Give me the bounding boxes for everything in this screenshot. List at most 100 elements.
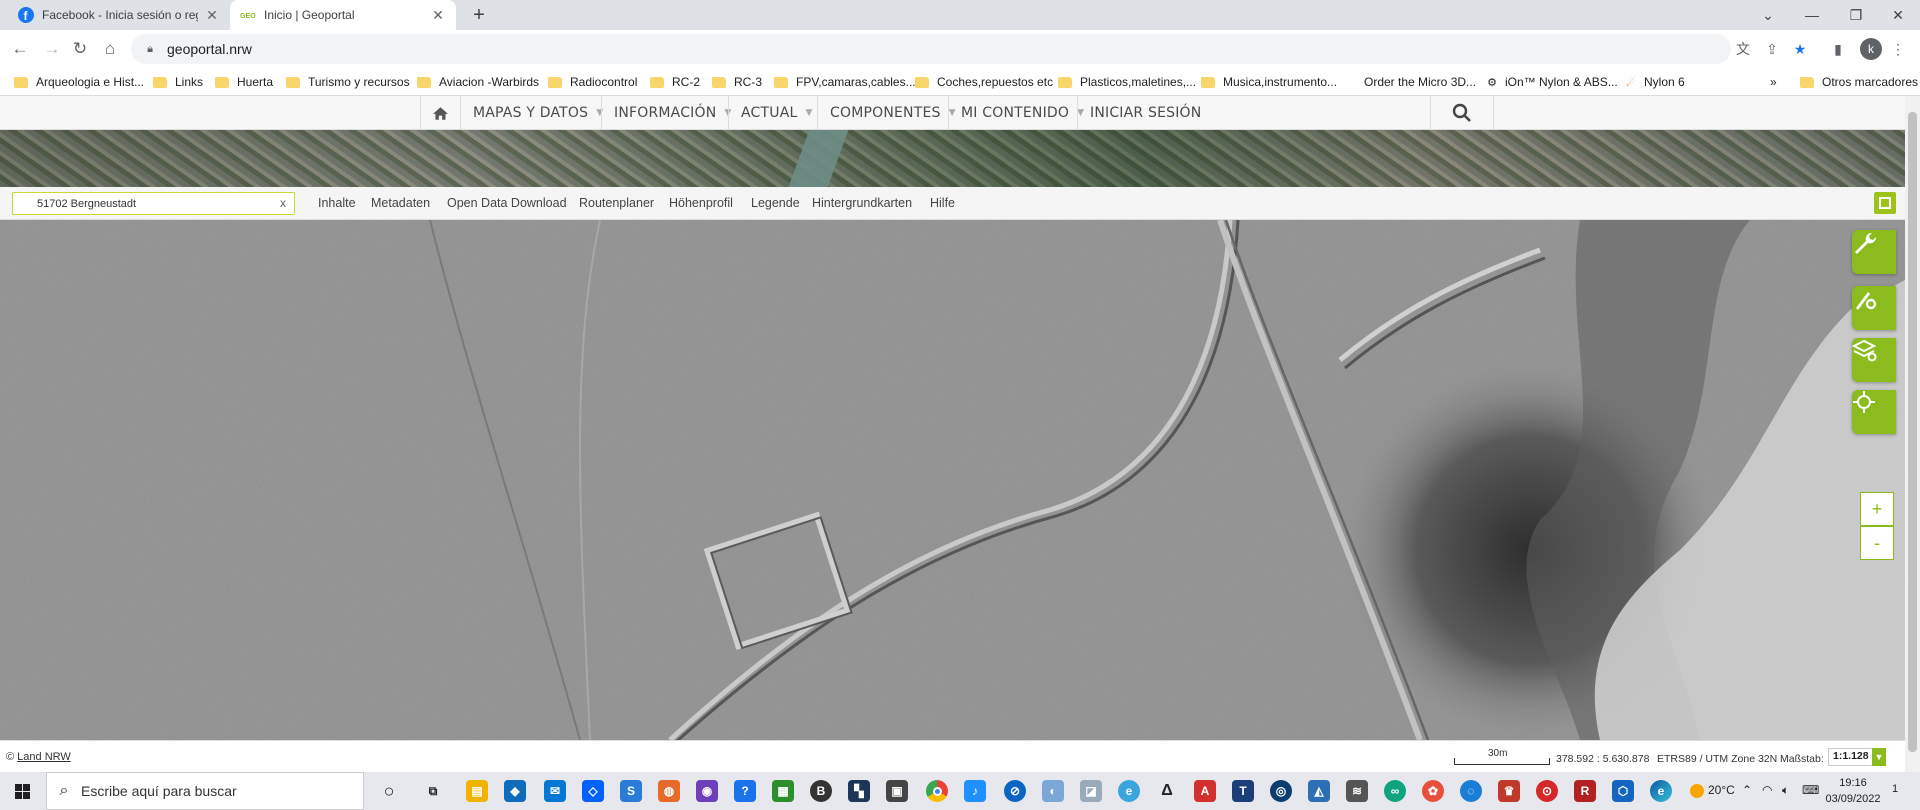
help-icon[interactable]: ? — [734, 780, 756, 802]
app-icon[interactable]: ⬡ — [1612, 780, 1634, 802]
wrench-icon[interactable] — [1852, 230, 1896, 274]
bookmark-star-icon[interactable]: ★ — [1790, 39, 1810, 59]
clock[interactable]: 19:16 03/09/2022 — [1818, 775, 1888, 807]
music-icon[interactable]: ♪ — [964, 780, 986, 802]
bookmark-folder[interactable]: Plasticos,maletines,... — [1058, 73, 1196, 91]
address-bar[interactable]: 🔒︎ geoportal.nrw — [131, 34, 1731, 64]
bookmark-folder[interactable]: Aviacion -Warbirds — [417, 73, 539, 91]
bookmark-link[interactable]: ☄ Nylon 6 — [1624, 73, 1685, 91]
bookmark-folder[interactable]: Musica,instrumento... — [1201, 73, 1337, 91]
menu-mi-contenido[interactable]: MI CONTENIDO ▼ — [948, 96, 1096, 130]
bookmark-folder[interactable]: Turismo y recursos — [286, 73, 410, 91]
mail-icon[interactable]: ✉ — [544, 780, 566, 802]
menu-mapas-y-datos[interactable]: MAPAS Y DATOS ▼ — [460, 96, 615, 130]
bookmark-folder[interactable]: Huerta — [215, 73, 273, 91]
temperature[interactable]: 20°C — [1708, 783, 1735, 797]
tab-search-icon[interactable]: ⌄ — [1746, 0, 1790, 30]
close-window-button[interactable]: ✕ — [1876, 0, 1920, 30]
home-icon[interactable] — [420, 96, 460, 130]
zoom-in-button[interactable]: + — [1860, 492, 1894, 526]
start-button[interactable] — [0, 772, 46, 810]
app-icon[interactable]: ◐ — [1042, 780, 1064, 802]
zoom-out-button[interactable]: - — [1860, 526, 1894, 560]
back-button[interactable]: ← — [6, 36, 34, 62]
app-icon[interactable]: ◉ — [696, 780, 718, 802]
layers-settings-icon[interactable] — [1852, 338, 1896, 382]
new-tab-button[interactable]: + — [466, 3, 492, 27]
weather-icon[interactable] — [1690, 784, 1704, 798]
app-icon[interactable]: R — [1574, 780, 1596, 802]
ie-icon[interactable]: e — [1118, 780, 1140, 802]
app-icon[interactable]: ≋ — [1346, 780, 1368, 802]
app-icon[interactable]: Δ — [1156, 780, 1178, 802]
page-scrollbar[interactable] — [1905, 96, 1920, 772]
app-icon[interactable]: B — [810, 780, 832, 802]
link-metadaten[interactable]: Metadaten — [371, 196, 430, 210]
crs-selector[interactable]: ETRS89 / UTM Zone 32N — [1657, 753, 1777, 765]
close-tab-icon[interactable]: ✕ — [430, 7, 446, 23]
app-icon[interactable]: ∞ — [1384, 780, 1406, 802]
app-icon[interactable]: ⊘ — [1004, 780, 1026, 802]
app-icon[interactable]: ⊙ — [1536, 780, 1558, 802]
profile-avatar[interactable]: k — [1860, 38, 1882, 60]
reload-button[interactable]: ↻ — [66, 36, 94, 62]
bookmark-folder[interactable]: Links — [153, 73, 203, 91]
link-hoehenprofil[interactable]: Höhenprofil — [669, 196, 733, 210]
map-canvas[interactable]: + - — [0, 220, 1905, 740]
bookmark-folder[interactable]: RC-3 — [712, 73, 762, 91]
tab-facebook[interactable]: f Facebook - Inicia sesión o regístr ✕ — [8, 0, 230, 30]
clear-search-icon[interactable]: x — [276, 196, 290, 210]
edge-icon[interactable]: e — [1650, 780, 1672, 802]
app-icon[interactable]: ◪ — [1080, 780, 1102, 802]
scrollbar-thumb[interactable] — [1908, 112, 1917, 752]
bookmark-link[interactable]: ⚙ iOn™ Nylon & ABS... — [1485, 73, 1618, 91]
app-icon[interactable]: ◎ — [1270, 780, 1292, 802]
app-icon[interactable]: ✿ — [1422, 780, 1444, 802]
app-icon[interactable]: ◍ — [658, 780, 680, 802]
link-routenplaner[interactable]: Routenplaner — [579, 196, 654, 210]
app-icon[interactable]: ◭ — [1308, 780, 1330, 802]
share-icon[interactable]: ⇪ — [1762, 39, 1782, 59]
notification-count[interactable]: 1 — [1892, 783, 1898, 795]
menu-informacion[interactable]: INFORMACIÓN ▼ — [601, 96, 744, 130]
search-input[interactable] — [37, 195, 267, 212]
minimize-button[interactable]: — — [1790, 0, 1834, 30]
menu-icon[interactable]: ⋮ — [1888, 39, 1908, 59]
menu-componentes[interactable]: COMPONENTES ▼ — [817, 96, 968, 130]
menu-actual[interactable]: ACTUAL ▼ — [728, 96, 825, 130]
bookmark-link[interactable]: Order the Micro 3D... — [1364, 73, 1476, 91]
link-hintergrundkarten[interactable]: Hintergrundkarten — [812, 196, 912, 210]
home-button[interactable]: ⌂ — [96, 36, 124, 62]
copyright-link[interactable]: Land NRW — [17, 751, 71, 763]
app-icon[interactable]: T — [1232, 780, 1254, 802]
tab-geoportal[interactable]: GEO Inicio | Geoportal ✕ — [230, 0, 456, 30]
keyboard-icon[interactable]: ⌨ — [1802, 783, 1819, 797]
dropbox-icon[interactable]: ◇ — [582, 780, 604, 802]
app-icon[interactable]: ▚ — [848, 780, 870, 802]
forward-button[interactable]: → — [38, 36, 66, 62]
translate-icon[interactable]: 文 — [1733, 39, 1753, 59]
bookmark-folder[interactable]: Arqueologia e Hist... — [14, 73, 144, 91]
tray-chevron-icon[interactable]: ⌃ — [1742, 783, 1752, 797]
side-panel-icon[interactable]: ▮ — [1828, 39, 1848, 59]
fullscreen-icon[interactable] — [1874, 192, 1896, 214]
restore-button[interactable]: ❐ — [1834, 0, 1878, 30]
bookmark-folder[interactable]: Radiocontrol — [548, 73, 637, 91]
file-explorer-icon[interactable]: ▤ — [466, 780, 488, 802]
store-icon[interactable]: ◆ — [504, 780, 526, 802]
link-open-data-download[interactable]: Open Data Download — [447, 196, 567, 210]
link-inhalte[interactable]: Inhalte — [318, 196, 356, 210]
tools-settings-icon[interactable] — [1852, 286, 1896, 330]
wifi-icon[interactable]: ◠ — [1762, 783, 1772, 797]
scale-value[interactable]: 1:1.128 — [1828, 748, 1874, 766]
app-icon[interactable]: ▦ — [772, 780, 794, 802]
app-icon[interactable]: ▣ — [886, 780, 908, 802]
bookmark-folder[interactable]: RC-2 — [650, 73, 700, 91]
link-hilfe[interactable]: Hilfe — [930, 196, 955, 210]
app-icon[interactable]: ◌ — [1460, 780, 1482, 802]
bookmark-folder[interactable]: FPV,camaras,cables... — [774, 73, 916, 91]
search-icon[interactable] — [1430, 96, 1494, 130]
menu-iniciar-sesion[interactable]: INICIAR SESIÓN — [1077, 96, 1213, 130]
app-icon[interactable]: ♛ — [1498, 780, 1520, 802]
bookmark-folder[interactable]: Otros marcadores — [1800, 73, 1918, 91]
